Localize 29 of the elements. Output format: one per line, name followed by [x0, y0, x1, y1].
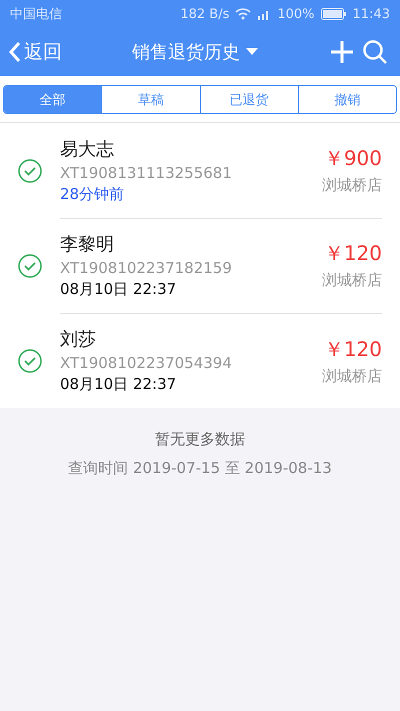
query-range: 查询时间 2019-07-15 至 2019-08-13: [68, 459, 332, 478]
order-time: 08月10日 22:37: [60, 280, 178, 298]
order-number: XT1908102237182159: [60, 258, 233, 276]
title-dropdown[interactable]: 销售退货历史: [132, 40, 258, 64]
back-button[interactable]: 返回: [8, 39, 62, 65]
battery-level: 100%: [277, 6, 315, 22]
battery-icon: [320, 8, 347, 20]
customer-name: 李黎明: [60, 232, 115, 256]
order-amount: ￥900: [324, 145, 382, 172]
order-amount: ￥120: [324, 336, 382, 362]
store-name: 浏城桥店: [322, 366, 382, 386]
customer-name: 刘莎: [60, 328, 97, 351]
order-number: XT1908102237054394: [60, 354, 233, 372]
order-number: XT1908131113255681: [60, 164, 233, 182]
store-name: 浏城桥店: [322, 176, 382, 195]
carrier-name: 中国电信: [10, 6, 62, 23]
back-chevron-icon: [8, 41, 22, 63]
network-speed: 182 B/s: [180, 6, 230, 22]
caret-icon: [246, 48, 258, 56]
filter-tab[interactable]: 全部: [4, 86, 102, 113]
customer-name: 易大志: [60, 138, 115, 160]
order-amount: ￥120: [324, 240, 382, 267]
order-time: 28分钟前: [60, 184, 126, 204]
wifi-icon: [235, 8, 252, 20]
store-name: 浏城桥店: [322, 271, 382, 290]
filter-tab[interactable]: 撤销: [298, 86, 396, 113]
no-more-data: 暂无更多数据: [155, 430, 245, 449]
clock: 11:43: [352, 6, 390, 22]
order-time: 08月10日 22:37: [60, 375, 178, 394]
